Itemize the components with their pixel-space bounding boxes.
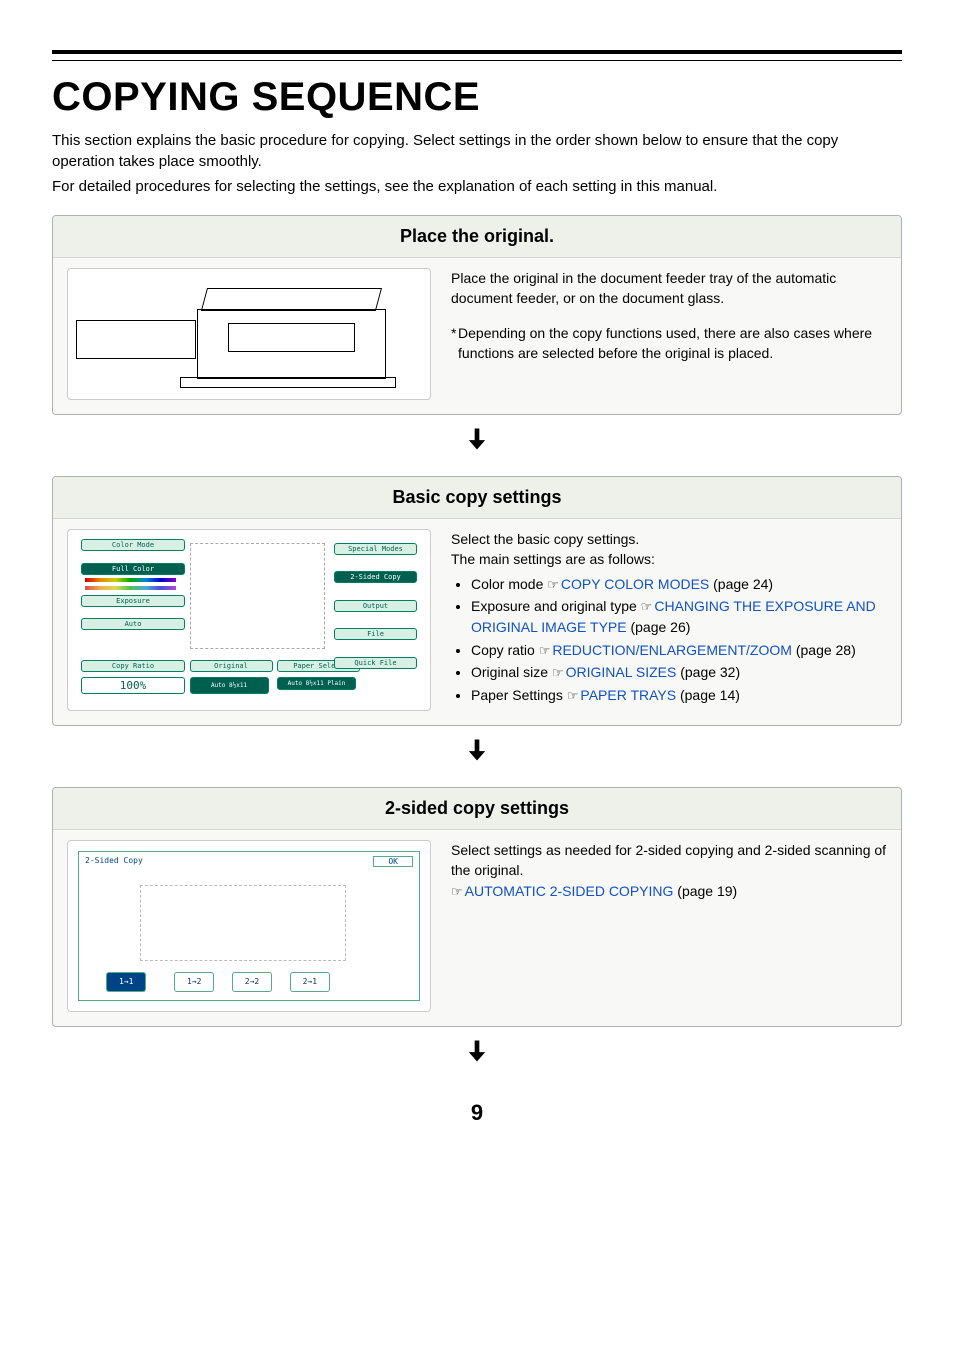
copier-output [228, 323, 355, 352]
bullet-color-mode: Color mode COPY COLOR MODES (page 24) [471, 574, 887, 595]
panel-two-sided-copy: 2-Sided Copy [334, 571, 417, 583]
page-title: COPYING SEQUENCE [52, 75, 902, 120]
page-number: 9 [52, 1100, 902, 1126]
dialog-ok-button: OK [373, 856, 413, 867]
intro-block: This section explains the basic procedur… [52, 130, 902, 197]
link-copy-color-modes[interactable]: COPY COLOR MODES [561, 576, 709, 592]
step3-link-page: (page 19) [677, 883, 737, 899]
step2-heading: Basic copy settings [53, 477, 901, 519]
panel-preview-area [190, 543, 325, 649]
step2-text-1: Select the basic copy settings. [451, 529, 887, 549]
panel-color-mode-value: Full Color [81, 563, 185, 575]
copier-tray [76, 320, 196, 358]
link-auto-2sided[interactable]: AUTOMATIC 2-SIDED COPYING [465, 883, 674, 899]
flow-arrow-1 [52, 425, 902, 458]
pointer-icon [547, 576, 561, 592]
step3-heading: 2-sided copy settings [53, 788, 901, 830]
panel-copy-ratio-value: 100% [81, 677, 185, 694]
step1-text: Place the original in the document feede… [451, 268, 887, 309]
pointer-icon [567, 687, 581, 703]
link-paper-trays[interactable]: PAPER TRAYS [580, 687, 676, 703]
rule-thin [52, 60, 902, 61]
dialog-title: 2-Sided Copy [85, 856, 143, 865]
mode-1-to-2: 1→2 [174, 972, 214, 992]
panel-copy-ratio-label: Copy Ratio [81, 660, 185, 672]
rule-thick [52, 50, 902, 54]
dialog-preview [140, 885, 346, 961]
link-reduction-zoom[interactable]: REDUCTION/ENLARGEMENT/ZOOM [552, 642, 792, 658]
panel-special-modes: Special Modes [334, 543, 417, 555]
panel-original-value: Auto 8½x11 [190, 677, 269, 694]
panel-file: File [334, 628, 417, 640]
mode-2-to-1: 2→1 [290, 972, 330, 992]
bullet-exposure: Exposure and original type CHANGING THE … [471, 596, 887, 637]
step-two-sided-settings: 2-sided copy settings 2-Sided Copy OK 1→… [52, 787, 902, 1027]
control-panel-diagram: Color Mode Full Color Exposure Auto Copy… [67, 529, 431, 711]
bullet-paper-settings: Paper Settings PAPER TRAYS (page 14) [471, 685, 887, 706]
pointer-icon [641, 598, 655, 614]
step1-note: Depending on the copy functions used, th… [458, 323, 887, 364]
panel-original-label: Original [190, 660, 273, 672]
intro-line-1: This section explains the basic procedur… [52, 130, 902, 172]
panel-color-bar-2 [85, 586, 176, 590]
pointer-icon [539, 642, 553, 658]
panel-paper-select-value: Auto 8½x11 Plain [277, 677, 356, 690]
panel-exposure-label: Exposure [81, 595, 185, 607]
pointer-icon [451, 883, 465, 899]
step3-text: Select settings as needed for 2-sided co… [451, 840, 887, 881]
copier-base [180, 377, 397, 388]
copier-lid [201, 288, 382, 311]
flow-arrow-3 [52, 1037, 902, 1070]
panel-color-mode-label: Color Mode [81, 539, 185, 551]
step2-text-2: The main settings are as follows: [451, 549, 887, 569]
panel-output: Output [334, 600, 417, 612]
intro-line-2: For detailed procedures for selecting th… [52, 176, 902, 197]
two-sided-dialog-diagram: 2-Sided Copy OK 1→1 1→2 2→2 2→1 [67, 840, 431, 1012]
step-basic-settings: Basic copy settings Color Mode Full Colo… [52, 476, 902, 726]
panel-color-bar [85, 578, 176, 582]
footnote-marker: * [451, 323, 458, 364]
mode-2-to-2: 2→2 [232, 972, 272, 992]
link-original-sizes[interactable]: ORIGINAL SIZES [566, 664, 677, 680]
step1-heading: Place the original. [53, 216, 901, 258]
step-place-original: Place the original. Place the original i… [52, 215, 902, 415]
panel-exposure-value: Auto [81, 618, 185, 630]
panel-quick-file: Quick File [334, 657, 417, 669]
bullet-original-size: Original size ORIGINAL SIZES (page 32) [471, 662, 887, 683]
bullet-copy-ratio: Copy ratio REDUCTION/ENLARGEMENT/ZOOM (p… [471, 640, 887, 661]
copier-diagram [67, 268, 431, 400]
pointer-icon [552, 664, 566, 680]
step2-bullets: Color mode COPY COLOR MODES (page 24) Ex… [451, 574, 887, 707]
flow-arrow-2 [52, 736, 902, 769]
mode-1-to-1: 1→1 [106, 972, 146, 992]
